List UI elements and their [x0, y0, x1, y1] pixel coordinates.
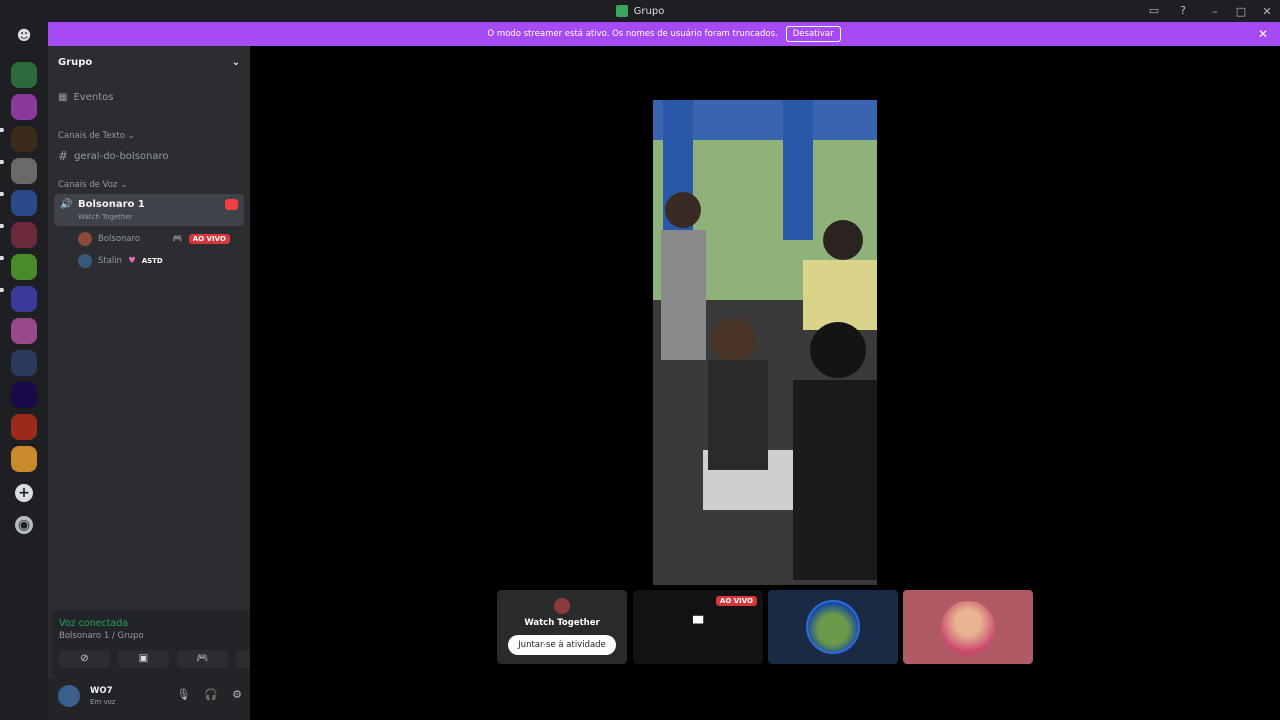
video-stream[interactable] — [653, 100, 877, 585]
text-category[interactable]: Canais de Texto ⌄ — [58, 131, 135, 141]
server-icon[interactable] — [11, 350, 37, 376]
events-item[interactable]: ▦ Eventos — [58, 92, 113, 103]
inbox-icon[interactable]: ▭ — [1147, 4, 1161, 18]
window-title-text: Grupo — [633, 5, 665, 17]
server-list: ☻ + ◉ — [0, 22, 48, 720]
server-icon[interactable] — [11, 254, 37, 280]
channel-label: geral-do-bolsonaro — [74, 150, 169, 162]
settings-icon[interactable]: ⚙ — [232, 688, 242, 701]
speaker-icon: 🔊 — [60, 199, 73, 210]
chevron-down-icon: ⌄ — [231, 56, 240, 68]
voice-channel-activity: Watch Together — [78, 213, 133, 221]
voice-category[interactable]: Canais de Voz ⌄ — [58, 180, 127, 190]
server-icon — [615, 5, 628, 17]
minimize-button[interactable]: – — [1202, 5, 1228, 18]
title-bar: Grupo ▭ ? – □ ✕ — [0, 0, 1280, 22]
server-icon-grupo[interactable] — [11, 62, 37, 88]
server-icon[interactable] — [11, 286, 37, 312]
avatar — [941, 601, 995, 655]
youtube-icon — [225, 199, 238, 210]
avatar — [554, 598, 570, 614]
voice-stage: Watch Together Juntar-se à atividade AO … — [250, 46, 1280, 720]
unread-indicator — [0, 160, 4, 164]
server-header[interactable]: Grupo ⌄ — [48, 46, 250, 78]
unread-indicator — [0, 288, 4, 292]
avatar — [806, 600, 860, 654]
calendar-icon: ▦ — [58, 92, 68, 103]
unread-indicator — [0, 224, 4, 228]
avatar[interactable] — [58, 685, 80, 707]
server-icon[interactable] — [11, 222, 37, 248]
streamer-mode-banner: O modo streamer está ativo. Os nomes de … — [48, 22, 1280, 46]
add-server-icon[interactable]: + — [15, 484, 33, 502]
server-icon[interactable] — [11, 94, 37, 120]
live-badge: AO VIVO — [715, 596, 757, 606]
live-badge: AO VIVO — [188, 234, 230, 244]
voice-member[interactable]: Stalin ♥ ASTD — [78, 254, 163, 268]
discord-home-icon[interactable]: ☻ — [12, 28, 36, 48]
join-activity-button[interactable]: Juntar-se à atividade — [508, 635, 616, 655]
watch-together-tile[interactable]: Watch Together Juntar-se à atividade — [497, 590, 627, 664]
camera-off-button[interactable]: ⊘ — [59, 650, 110, 668]
channel-sidebar: Grupo ⌄ ▦ Eventos Canais de Texto ⌄ # ge… — [48, 46, 292, 720]
activity-button[interactable]: 🎮 — [177, 650, 228, 668]
avatar — [78, 232, 92, 246]
server-icon[interactable] — [11, 446, 37, 472]
monitor-icon: ▀ — [693, 617, 703, 632]
close-window-button[interactable]: ✕ — [1254, 5, 1280, 18]
unread-indicator — [0, 128, 4, 132]
banner-message: O modo streamer está ativo. Os nomes de … — [487, 29, 778, 39]
member-name: Bolsonaro — [98, 234, 141, 244]
voice-location[interactable]: Bolsonaro 1 / Grupo — [59, 631, 144, 641]
events-label: Eventos — [73, 92, 114, 103]
server-icon[interactable] — [11, 158, 37, 184]
voice-status: Voz conectada — [59, 618, 129, 629]
voice-category-label: Canais de Voz — [58, 180, 118, 190]
video-frame — [653, 100, 877, 585]
disable-streamer-mode-button[interactable]: Desativar — [785, 26, 841, 42]
explore-icon[interactable]: ◉ — [15, 516, 33, 534]
server-icon[interactable] — [11, 126, 37, 152]
voice-channel-bolsonaro-1[interactable]: 🔊 Bolsonaro 1 Watch Together — [54, 194, 244, 226]
gamepad-icon: 🎮 — [172, 234, 183, 244]
username: WO7 — [90, 686, 113, 696]
close-icon[interactable]: ✕ — [1258, 27, 1268, 41]
user-status: Em voz — [90, 698, 116, 706]
channel-item-geral[interactable]: # geral-do-bolsonaro — [58, 149, 169, 163]
screen-share-button[interactable]: ▣ — [118, 650, 169, 668]
server-icon[interactable] — [11, 382, 37, 408]
voice-member[interactable]: Bolsonaro 🎮 AO VIVO — [78, 232, 230, 246]
member-name: Stalin — [98, 256, 123, 266]
text-category-label: Canais de Texto — [58, 131, 125, 141]
unread-indicator — [0, 256, 4, 260]
voice-channel-name: Bolsonaro 1 — [78, 199, 145, 210]
participant-tile[interactable] — [903, 590, 1033, 664]
server-icon[interactable] — [11, 190, 37, 216]
activity-name: Watch Together — [524, 618, 600, 628]
unread-indicator — [0, 192, 4, 196]
microphone-icon[interactable]: 🎙 — [176, 688, 190, 701]
server-name: Grupo — [58, 56, 93, 68]
user-panel: WO7 Em voz 🎙 🎧 ⚙ — [48, 678, 250, 720]
member-tag: ASTD — [141, 257, 163, 265]
maximize-button[interactable]: □ — [1228, 5, 1254, 18]
headphones-icon[interactable]: 🎧 — [204, 688, 218, 701]
stream-tile[interactable]: AO VIVO ▀ — [633, 590, 763, 664]
participant-tile[interactable] — [768, 590, 898, 664]
help-icon[interactable]: ? — [1176, 4, 1190, 18]
server-icon[interactable] — [11, 414, 37, 440]
window-title: Grupo — [615, 5, 665, 17]
hash-icon: # — [58, 149, 69, 163]
server-icon[interactable] — [11, 318, 37, 344]
heart-icon: ♥ — [128, 256, 136, 266]
avatar — [78, 254, 92, 268]
